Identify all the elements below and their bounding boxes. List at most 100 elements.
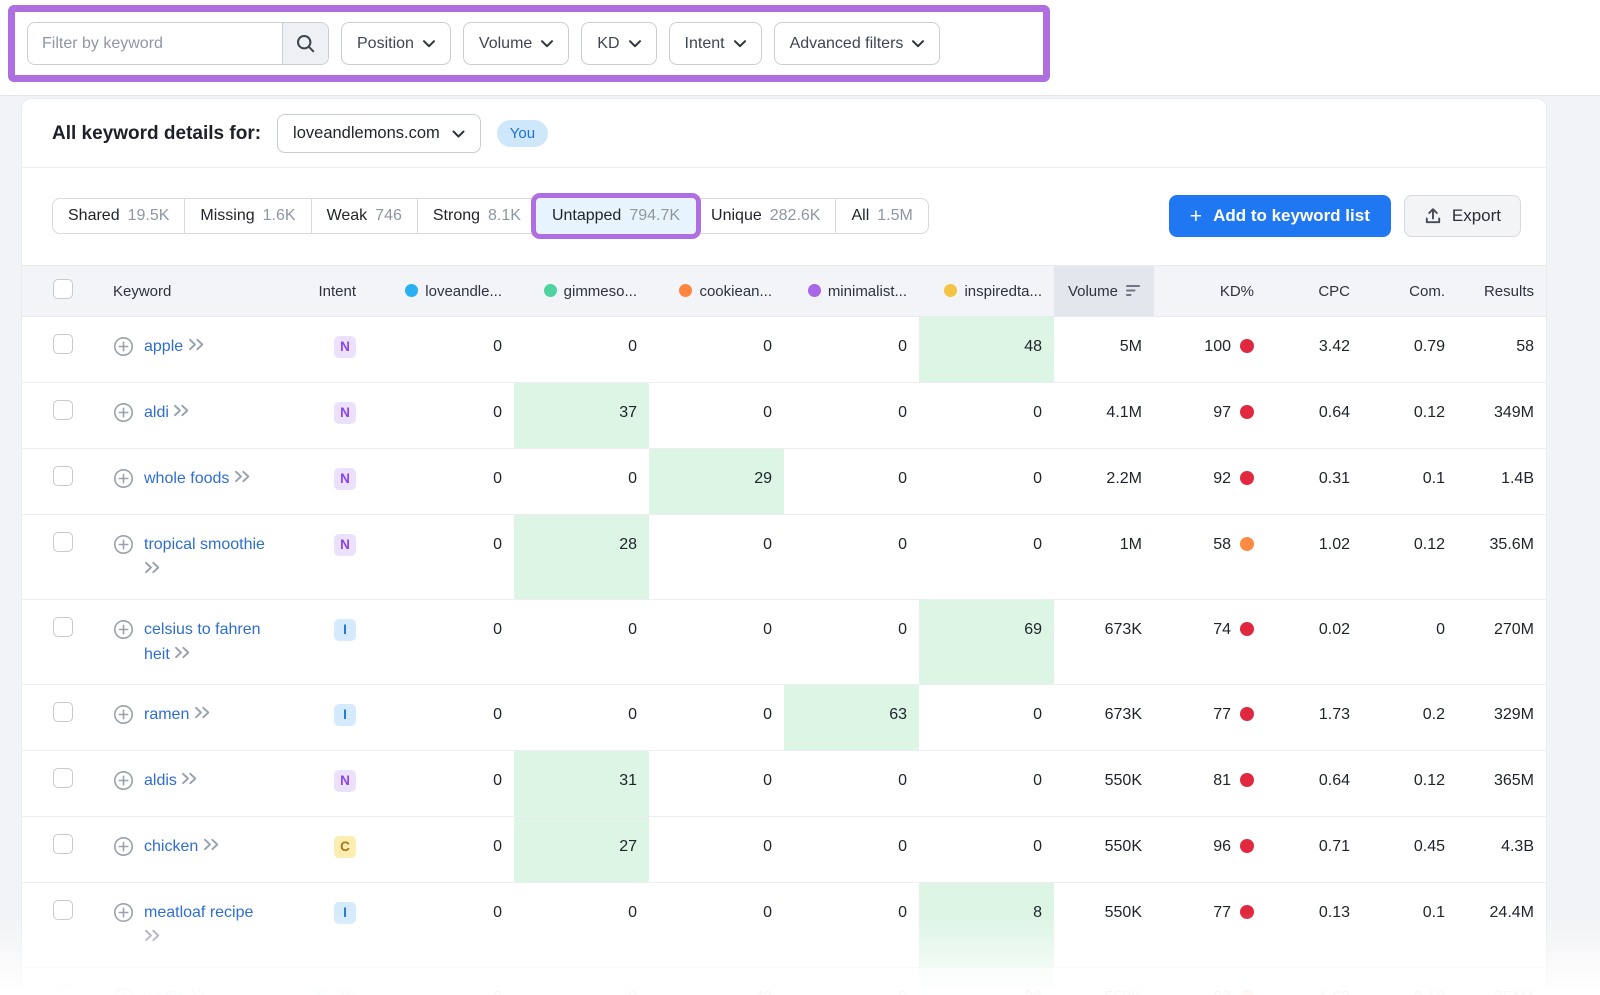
- filter-dropdowns: Position Volume KD Intent Advanced filte…: [341, 22, 940, 65]
- chevron-down-icon: [541, 40, 553, 48]
- expand-keyword-button[interactable]: [113, 336, 134, 365]
- filter-dropdown-volume[interactable]: Volume: [463, 22, 569, 65]
- tab-weak[interactable]: Weak 746: [311, 198, 418, 234]
- com-cell: 0.12: [1362, 968, 1457, 995]
- column-header-competitor-inspiredta[interactable]: inspiredta...: [919, 266, 1054, 317]
- expand-keyword-button[interactable]: [113, 902, 134, 950]
- cpc-cell: 1.73: [1266, 685, 1362, 751]
- cpc-cell: 0.13: [1266, 883, 1362, 968]
- tab-shared[interactable]: Shared 19.5K: [52, 198, 185, 234]
- column-header-volume[interactable]: Volume: [1054, 266, 1154, 317]
- domain-selector[interactable]: loveandlemons.com: [277, 114, 481, 153]
- keyword-link[interactable]: meatloaf recipe: [144, 904, 253, 921]
- expand-keyword-button[interactable]: [113, 704, 134, 733]
- column-header-competitor-cookiean[interactable]: cookiean...: [649, 266, 784, 317]
- open-keyword-button[interactable]: [234, 470, 251, 487]
- filter-dropdown-label: Advanced filters: [790, 35, 904, 53]
- row-checkbox-cell: [22, 449, 113, 515]
- row-checkbox[interactable]: [53, 702, 73, 722]
- search-button[interactable]: [282, 23, 328, 64]
- expand-keyword-button[interactable]: [113, 402, 134, 431]
- tab-missing[interactable]: Missing 1.6K: [184, 198, 311, 234]
- open-keyword-button[interactable]: [174, 646, 191, 663]
- column-header-competitor-loveandle[interactable]: loveandle...: [368, 266, 514, 317]
- open-keyword-button[interactable]: [144, 561, 161, 578]
- expand-keyword-icon: [113, 987, 134, 995]
- row-checkbox[interactable]: [53, 900, 73, 920]
- column-header-results[interactable]: Results: [1457, 266, 1546, 317]
- expand-keyword-button[interactable]: [113, 836, 134, 865]
- keyword-link[interactable]: apple: [144, 338, 183, 355]
- expand-keyword-button[interactable]: [113, 534, 134, 582]
- keyword-link[interactable]: waffle: [144, 989, 186, 995]
- expand-keyword-button[interactable]: [113, 987, 134, 995]
- row-checkbox[interactable]: [53, 834, 73, 854]
- row-checkbox[interactable]: [53, 617, 73, 637]
- column-header-cpc[interactable]: CPC: [1266, 266, 1362, 317]
- tab-unique[interactable]: Unique 282.6K: [695, 198, 836, 234]
- open-keyword-button[interactable]: [190, 989, 207, 995]
- com-cell: 0.45: [1362, 817, 1457, 883]
- keyword-link[interactable]: celsius to fahrenheit: [144, 621, 261, 663]
- open-keyword-button[interactable]: [188, 338, 205, 355]
- volume-cell: 1M: [1054, 515, 1154, 600]
- volume-cell: 550K: [1054, 968, 1154, 995]
- com-cell: 0.1: [1362, 883, 1457, 968]
- open-keyword-icon: [194, 706, 211, 719]
- column-header-kd[interactable]: KD%: [1154, 266, 1266, 317]
- export-button[interactable]: Export: [1404, 195, 1521, 237]
- keyword-link[interactable]: aldis: [144, 772, 177, 789]
- position-cell: 0: [368, 317, 514, 383]
- expand-keyword-button[interactable]: [113, 468, 134, 497]
- open-keyword-button[interactable]: [203, 838, 220, 855]
- column-header-intent[interactable]: Intent: [293, 266, 368, 317]
- position-cell: 0: [784, 968, 919, 995]
- open-keyword-button[interactable]: [181, 772, 198, 789]
- results-cell: 24.4M: [1457, 883, 1546, 968]
- expand-keyword-icon: [113, 704, 134, 725]
- filter-dropdown-position[interactable]: Position: [341, 22, 451, 65]
- position-cell: 0: [368, 751, 514, 817]
- tab-all[interactable]: All 1.5M: [835, 198, 928, 234]
- column-header-com[interactable]: Com.: [1362, 266, 1457, 317]
- expand-keyword-button[interactable]: [113, 770, 134, 799]
- position-cell: 63: [784, 685, 919, 751]
- row-checkbox[interactable]: [53, 400, 73, 420]
- column-header-competitor-gimmeso[interactable]: gimmeso...: [514, 266, 649, 317]
- position-cell: 28: [514, 515, 649, 600]
- position-cell: 0: [784, 515, 919, 600]
- position-cell: 0: [919, 751, 1054, 817]
- column-header-keyword[interactable]: Keyword: [113, 266, 293, 317]
- results-cell: 58: [1457, 317, 1546, 383]
- filter-dropdown-kd[interactable]: KD: [581, 22, 656, 65]
- results-cell: 1.4B: [1457, 449, 1546, 515]
- tab-untapped[interactable]: Untapped 794.7K: [536, 198, 696, 234]
- keyword-link[interactable]: tropical smoothie: [144, 536, 265, 553]
- expand-keyword-button[interactable]: [113, 619, 134, 667]
- add-to-keyword-list-button[interactable]: + Add to keyword list: [1169, 195, 1391, 237]
- row-checkbox[interactable]: [53, 768, 73, 788]
- open-keyword-icon: [234, 470, 251, 483]
- open-keyword-button[interactable]: [173, 404, 190, 421]
- filter-dropdown-advanced-filters[interactable]: Advanced filters: [774, 22, 941, 65]
- kd-dot-icon: [1240, 622, 1254, 636]
- filter-dropdown-intent[interactable]: Intent: [669, 22, 762, 65]
- toolbar: Shared 19.5K Missing 1.6K Weak 746 Stron…: [22, 168, 1546, 265]
- keyword-link[interactable]: chicken: [144, 838, 198, 855]
- kd-dot-icon: [1240, 839, 1254, 853]
- keyword-cell: apple: [113, 317, 293, 383]
- row-checkbox[interactable]: [53, 334, 73, 354]
- keyword-link[interactable]: whole foods: [144, 470, 229, 487]
- open-keyword-button[interactable]: [194, 706, 211, 723]
- row-checkbox[interactable]: [53, 466, 73, 486]
- row-checkbox[interactable]: [53, 985, 73, 995]
- column-header-competitor-minimalist[interactable]: minimalist...: [784, 266, 919, 317]
- keyword-filter-input[interactable]: [28, 23, 282, 64]
- keyword-filter: [27, 22, 329, 65]
- tab-strong[interactable]: Strong 8.1K: [417, 198, 537, 234]
- row-checkbox[interactable]: [53, 532, 73, 552]
- open-keyword-button[interactable]: [144, 929, 161, 946]
- keyword-link[interactable]: ramen: [144, 706, 189, 723]
- keyword-link[interactable]: aldi: [144, 404, 169, 421]
- select-all-checkbox[interactable]: [53, 279, 73, 299]
